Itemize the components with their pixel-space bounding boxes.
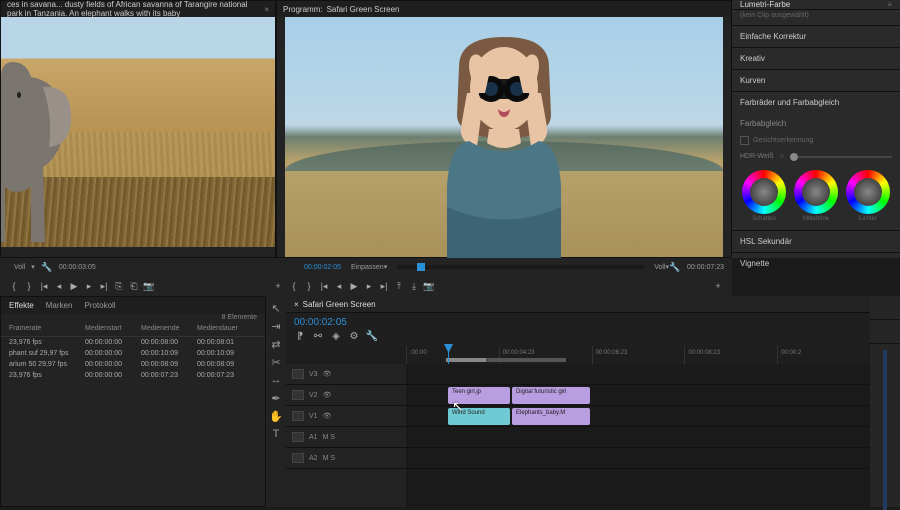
program-title-bar: Programm: Safari Green Screen	[277, 1, 731, 17]
project-tabs: Effekte Marken Protokoll	[1, 297, 265, 314]
wheel-mid[interactable]	[794, 170, 838, 214]
slip-tool-icon[interactable]: ↔	[270, 374, 282, 386]
elephant-graphic	[1, 57, 81, 247]
sequence-tab[interactable]: × Safari Green Screen	[286, 296, 870, 313]
export-frame-icon[interactable]: 📷	[423, 280, 435, 292]
type-tool-icon[interactable]: T	[270, 428, 282, 440]
go-in-icon[interactable]: |◂	[38, 280, 50, 292]
marker-icon[interactable]: ◈	[330, 330, 342, 342]
settings-icon[interactable]: ⚙	[348, 330, 360, 342]
lumetri-title: Lumetri-Farbe≡	[732, 0, 900, 10]
program-title: Safari Green Screen	[327, 5, 400, 14]
program-monitor: Programm: Safari Green Screen	[276, 0, 732, 258]
section-creative[interactable]: Kreativ	[732, 47, 900, 69]
tab-marks[interactable]: Marken	[46, 301, 73, 310]
wrench-icon[interactable]: 🔧	[41, 261, 53, 273]
prog-zoom[interactable]: Voll	[654, 264, 665, 271]
export-frame-icon[interactable]: 📷	[143, 280, 155, 292]
play-icon[interactable]: ▶	[68, 280, 80, 292]
tool-column: ↖ ⇥ ⇄ ✂ ↔ ✒ ✋ T	[266, 296, 286, 507]
track-select-icon[interactable]: ⇥	[270, 320, 282, 332]
track-v3[interactable]: V3👁	[286, 364, 406, 385]
mark-out-icon[interactable]: }	[303, 280, 315, 292]
step-fwd-icon[interactable]: ▸	[363, 280, 375, 292]
snap-icon[interactable]: ⁋	[294, 330, 306, 342]
go-out-icon[interactable]: ▸|	[378, 280, 390, 292]
hdr-slider[interactable]: HDR-Weiß○	[740, 149, 892, 164]
time-ruler[interactable]: :00:00 00:00:04:23 00:00:06:23 00:00:08:…	[286, 346, 870, 364]
lumetri-panel: Lumetri-Farbe≡ (kein Clip ausgewählt) Ei…	[732, 0, 900, 258]
track-headers: V3👁 V2👁 V1👁 A1M S A2M S	[286, 364, 406, 507]
table-row[interactable]: arium 50 29,97 fps00:00:00:0000:00:08:09…	[1, 359, 265, 370]
tab-effects[interactable]: Effekte	[9, 301, 34, 310]
lumetri-noclip: (kein Clip ausgewählt)	[732, 10, 900, 25]
track-a1[interactable]: A1M S	[286, 427, 406, 448]
tab-history[interactable]: Protokoll	[84, 301, 115, 310]
wheel-high[interactable]	[846, 170, 890, 214]
overwrite-icon[interactable]: ⎗	[128, 280, 140, 292]
prog-fit[interactable]: Einpassen	[351, 264, 384, 271]
section-wheels[interactable]: Farbräder und Farbabgleich	[732, 91, 900, 113]
table-row[interactable]: 23,976 fps00:00:00:0000:00:07:2300:00:07…	[1, 370, 265, 381]
section-vignette[interactable]: Vignette	[732, 252, 900, 274]
lift-icon[interactable]: ⤒	[393, 280, 405, 292]
prog-tc-left: 00:00:02:05	[304, 264, 341, 271]
link-icon[interactable]: ⚯	[312, 330, 324, 342]
woman-binoculars-graphic	[389, 37, 619, 262]
table-row[interactable]: phant suf 29,97 fps00:00:00:0000:00:10:0…	[1, 348, 265, 359]
section-basic[interactable]: Einfache Korrektur	[732, 25, 900, 47]
monitor-controls: Voll▾ 🔧 00:00:03:05 00:00:02:05 Einpasse…	[0, 258, 732, 296]
item-count: 8 Elemente	[222, 314, 257, 321]
track-a2[interactable]: A2M S	[286, 448, 406, 469]
src-zoom[interactable]: Voll	[14, 264, 25, 271]
hand-tool-icon[interactable]: ✋	[270, 410, 282, 422]
clip[interactable]: Elephants_baby.M	[512, 408, 590, 425]
timeline-timecode[interactable]: 00:00:02:05	[286, 313, 870, 328]
program-scrubber[interactable]	[397, 265, 644, 269]
clip[interactable]: Wind Sound	[448, 408, 510, 425]
selection-tool-icon[interactable]: ↖	[270, 302, 282, 314]
step-back-icon[interactable]: ◂	[333, 280, 345, 292]
mark-in-icon[interactable]: {	[8, 280, 20, 292]
step-fwd-icon[interactable]: ▸	[83, 280, 95, 292]
audio-meters	[870, 296, 900, 507]
source-title: ces in savana... dusty fields of African…	[1, 1, 275, 17]
source-preview[interactable]	[1, 17, 275, 247]
program-prefix: Programm:	[283, 5, 323, 14]
wheel-shadows[interactable]	[742, 170, 786, 214]
project-columns: FramerateMedienstartMedienendeMediendaue…	[1, 321, 265, 337]
pen-tool-icon[interactable]: ✒	[270, 392, 282, 404]
face-detect-check[interactable]: Gesichtserkennung	[740, 132, 892, 149]
wrench-icon[interactable]: 🔧	[366, 330, 378, 342]
section-curves[interactable]: Kurven	[732, 69, 900, 91]
play-icon[interactable]: ▶	[348, 280, 360, 292]
table-row[interactable]: 23,976 fps00:00:00:0000:00:08:0000:00:08…	[1, 337, 265, 348]
src-tc: 00:00:03:05	[59, 264, 96, 271]
go-in-icon[interactable]: |◂	[318, 280, 330, 292]
track-area[interactable]: Teen girl.jpDigital futuristic girl Wind…	[406, 364, 870, 507]
close-icon[interactable]: ×	[264, 5, 269, 14]
insert-icon[interactable]: ⎘	[113, 280, 125, 292]
step-back-icon[interactable]: ◂	[53, 280, 65, 292]
plus-icon[interactable]: +	[712, 280, 724, 292]
matching-sub: Farbabgleich	[740, 119, 892, 132]
clip[interactable]: Digital futuristic girl	[512, 387, 590, 404]
wrench-icon[interactable]: 🔧	[669, 261, 681, 273]
source-title-text: ces in savana... dusty fields of African…	[7, 0, 264, 18]
mark-out-icon[interactable]: }	[23, 280, 35, 292]
mark-in-icon[interactable]: {	[288, 280, 300, 292]
track-v2[interactable]: V2👁	[286, 385, 406, 406]
plus-icon[interactable]: +	[272, 280, 284, 292]
source-monitor: ces in savana... dusty fields of African…	[0, 0, 276, 258]
track-v1[interactable]: V1👁	[286, 406, 406, 427]
project-panel: Effekte Marken Protokoll 8 Elemente Fram…	[0, 296, 266, 507]
razor-tool-icon[interactable]: ✂	[270, 356, 282, 368]
extract-icon[interactable]: ⤓	[408, 280, 420, 292]
prog-tc-right: 00:00:07:23	[687, 264, 724, 271]
ripple-tool-icon[interactable]: ⇄	[270, 338, 282, 350]
clip[interactable]: Teen girl.jp	[448, 387, 510, 404]
section-hsl[interactable]: HSL Sekundär	[732, 230, 900, 252]
timeline-panel: ↖ ⇥ ⇄ ✂ ↔ ✒ ✋ T × Safari Green Screen 00…	[266, 296, 900, 507]
go-out-icon[interactable]: ▸|	[98, 280, 110, 292]
